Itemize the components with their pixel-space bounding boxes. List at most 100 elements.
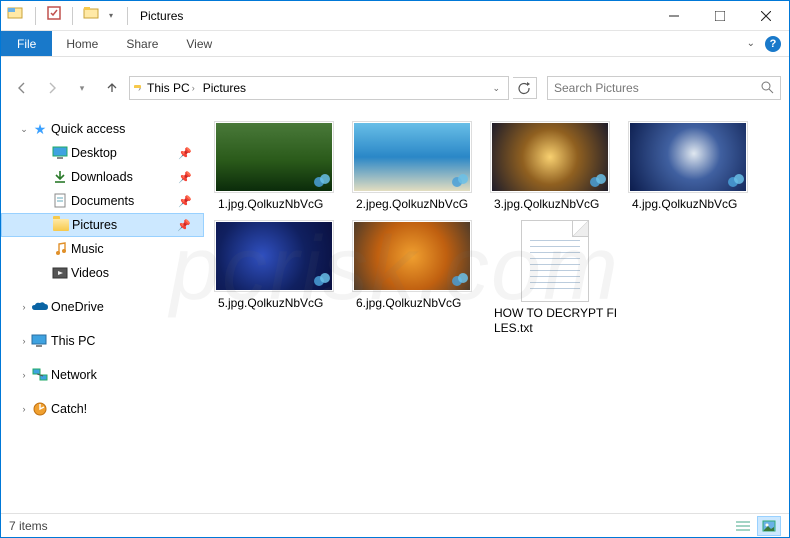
help-icon[interactable]: ? xyxy=(765,36,781,52)
nav-item-catch[interactable]: ›Catch! xyxy=(1,397,204,421)
nav-label: Documents xyxy=(71,194,134,208)
quick-access-toolbar: ▾ xyxy=(1,5,134,26)
file-thumbnail xyxy=(214,121,334,193)
file-name: 6.jpg.QolkuzNbVcG xyxy=(352,292,482,311)
tab-home[interactable]: Home xyxy=(52,31,112,56)
ribbon-tabs: File Home Share View ⌄ ? xyxy=(1,31,789,57)
expand-icon[interactable]: › xyxy=(17,302,31,312)
folder-icon xyxy=(51,266,69,280)
file-item[interactable]: 5.jpg.QolkuzNbVcG xyxy=(214,220,344,336)
nav-label: Pictures xyxy=(72,218,117,232)
thumbnails-view-button[interactable] xyxy=(757,516,781,536)
nav-label: Downloads xyxy=(71,170,133,184)
folder-icon xyxy=(51,146,69,160)
status-item-count: 7 items xyxy=(9,519,48,533)
forward-button[interactable] xyxy=(39,75,65,101)
file-thumbnail xyxy=(521,220,589,302)
pin-icon: 📌 xyxy=(178,171,192,184)
file-item[interactable]: HOW TO DECRYPT FILES.txt xyxy=(490,220,620,336)
refresh-button[interactable] xyxy=(513,77,537,99)
file-thumbnail xyxy=(628,121,748,193)
close-button[interactable] xyxy=(743,1,789,31)
qat-dropdown-icon[interactable]: ▾ xyxy=(105,11,117,20)
navigation-pane: ⌄ ★ Quick access Desktop 📌 Downloads 📌 Docum… xyxy=(1,111,204,513)
nav-item-pictures[interactable]: Pictures 📌 xyxy=(1,213,204,237)
folder-icon xyxy=(52,219,70,231)
expand-icon[interactable]: › xyxy=(17,370,31,380)
pin-icon: 📌 xyxy=(178,147,192,160)
back-button[interactable] xyxy=(9,75,35,101)
nav-label: This PC xyxy=(51,334,95,348)
maximize-button[interactable] xyxy=(697,1,743,31)
file-name: 5.jpg.QolkuzNbVcG xyxy=(214,292,344,311)
file-name: HOW TO DECRYPT FILES.txt xyxy=(490,302,620,336)
content-pane[interactable]: 1.jpg.QolkuzNbVcG 2.jpeg.QolkuzNbVcG 3.jpg… xyxy=(204,111,789,513)
explorer-icon xyxy=(7,5,25,26)
nav-item-network[interactable]: › Network xyxy=(1,363,204,387)
quick-access-icon: ★ xyxy=(31,121,49,138)
pc-icon xyxy=(31,334,49,348)
breadcrumb-pictures[interactable]: Pictures xyxy=(201,81,248,95)
tab-share[interactable]: Share xyxy=(112,31,172,56)
expand-icon[interactable]: › xyxy=(17,336,31,346)
details-view-button[interactable] xyxy=(731,516,755,536)
file-name: 1.jpg.QolkuzNbVcG xyxy=(214,193,344,212)
file-item[interactable]: 4.jpg.QolkuzNbVcG xyxy=(628,121,758,212)
address-bar[interactable]: › This PC › Pictures ⌄ xyxy=(129,76,509,100)
breadcrumb-thispc[interactable]: This PC › xyxy=(145,81,197,95)
status-bar: 7 items xyxy=(1,513,789,537)
nav-item-music[interactable]: Music xyxy=(1,237,204,261)
file-name: 2.jpeg.QolkuzNbVcG xyxy=(352,193,482,212)
separator xyxy=(72,7,73,25)
qat-newfolder-icon[interactable] xyxy=(83,6,101,25)
file-tab[interactable]: File xyxy=(1,31,52,56)
file-thumbnail xyxy=(214,220,334,292)
nav-item-videos[interactable]: Videos xyxy=(1,261,204,285)
nav-label: Desktop xyxy=(71,146,117,160)
filetype-overlay-icon xyxy=(727,172,745,190)
file-item[interactable]: 1.jpg.QolkuzNbVcG xyxy=(214,121,344,212)
recent-dropdown[interactable]: ▾ xyxy=(69,75,95,101)
ribbon-expand-icon[interactable]: ⌄ xyxy=(747,38,755,49)
network-icon xyxy=(31,368,49,382)
filetype-overlay-icon xyxy=(451,172,469,190)
nav-label: Videos xyxy=(71,266,109,280)
address-dropdown-icon[interactable]: ⌄ xyxy=(488,83,504,94)
catch-icon xyxy=(31,401,49,417)
nav-item-documents[interactable]: Documents📌 xyxy=(1,189,204,213)
nav-label: Network xyxy=(51,368,97,382)
file-name: 4.jpg.QolkuzNbVcG xyxy=(628,193,758,212)
address-bar-row: ▾ › This PC › Pictures ⌄ Search Pictures xyxy=(1,71,789,105)
separator xyxy=(127,7,128,25)
window-title: Pictures xyxy=(140,9,183,23)
nav-item-thispc[interactable]: › This PC xyxy=(1,329,204,353)
nav-item-desktop[interactable]: Desktop 📌 xyxy=(1,141,204,165)
folder-icon xyxy=(51,241,69,257)
qat-properties-icon[interactable] xyxy=(46,5,62,26)
file-item[interactable]: 2.jpeg.QolkuzNbVcG xyxy=(352,121,482,212)
expand-icon[interactable]: › xyxy=(17,404,31,414)
minimize-button[interactable] xyxy=(651,1,697,31)
nav-quick-access[interactable]: ⌄ ★ Quick access xyxy=(1,117,204,141)
file-thumbnail xyxy=(490,121,610,193)
file-name: 3.jpg.QolkuzNbVcG xyxy=(490,193,620,212)
filetype-overlay-icon xyxy=(313,172,331,190)
nav-label: OneDrive xyxy=(51,300,104,314)
nav-item-onedrive[interactable]: › OneDrive xyxy=(1,295,204,319)
file-item[interactable]: 6.jpg.QolkuzNbVcG xyxy=(352,220,482,336)
search-input[interactable]: Search Pictures xyxy=(547,76,781,100)
search-icon xyxy=(760,80,774,97)
tab-view[interactable]: View xyxy=(172,31,226,56)
up-button[interactable] xyxy=(99,75,125,101)
folder-icon xyxy=(51,170,69,184)
pin-icon: 📌 xyxy=(177,219,191,232)
filetype-overlay-icon xyxy=(451,271,469,289)
nav-label: Quick access xyxy=(51,122,125,136)
search-placeholder: Search Pictures xyxy=(554,81,639,95)
file-item[interactable]: 3.jpg.QolkuzNbVcG xyxy=(490,121,620,212)
separator xyxy=(35,7,36,25)
collapse-icon[interactable]: ⌄ xyxy=(17,124,31,135)
nav-item-downloads[interactable]: Downloads 📌 xyxy=(1,165,204,189)
nav-label: Music xyxy=(71,242,104,256)
folder-icon xyxy=(51,193,69,209)
